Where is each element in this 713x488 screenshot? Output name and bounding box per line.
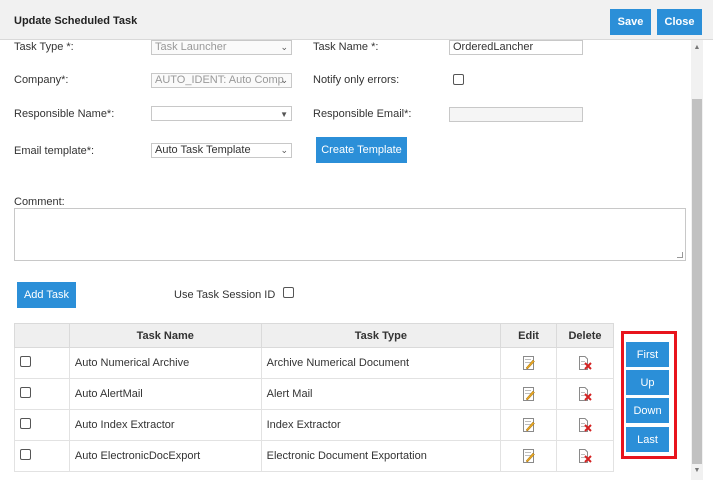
task-name-cell: Auto AlertMail [68, 378, 262, 410]
task-type-cell: Index Extractor [260, 409, 502, 441]
delete-cell [556, 347, 614, 379]
edit-document-icon[interactable] [522, 387, 535, 401]
delete-cell [556, 440, 614, 472]
responsible-name-select[interactable]: ▼ [151, 106, 292, 121]
company-select: AUTO_IDENT: Auto Comp ⌄ [151, 73, 292, 88]
responsible-name-label: Responsible Name*: [14, 108, 115, 120]
delete-document-icon[interactable] [578, 418, 592, 432]
dialog-title: Update Scheduled Task [14, 15, 138, 27]
edit-cell [500, 378, 558, 410]
scrollbar-thumb[interactable] [692, 99, 702, 464]
delete-document-icon[interactable] [578, 449, 592, 463]
row-select-checkbox[interactable] [20, 356, 32, 367]
email-template-select[interactable]: Auto Task Template ⌄ [151, 143, 292, 158]
task-name-column-header: Task Name [68, 323, 262, 348]
delete-document-icon[interactable] [578, 356, 592, 370]
move-down-button[interactable]: Down [626, 398, 669, 423]
session-id-label: Use Task Session ID [174, 289, 276, 301]
company-label: Company*: [14, 74, 69, 86]
table-header-row: Task Name Task Type Edit Delete [14, 323, 614, 348]
add-task-button[interactable]: Add Task [17, 282, 76, 308]
table-row[interactable]: Auto Index Extractor Index Extractor [14, 409, 614, 441]
row-select-cell [14, 378, 70, 410]
row-select-checkbox[interactable] [20, 387, 32, 398]
task-type-column-header: Task Type [260, 323, 502, 348]
task-type-select: Task Launcher ⌄ [151, 40, 292, 55]
task-name-cell: Auto Numerical Archive [68, 347, 262, 379]
table-row[interactable]: Auto ElectronicDocExport Electronic Docum… [14, 440, 614, 472]
comment-label: Comment: [14, 196, 65, 208]
save-button[interactable]: Save [610, 9, 651, 35]
email-template-label: Email template*: [14, 145, 95, 157]
dialog-header: Update Scheduled Task Save Close [0, 0, 713, 40]
select-column-header [14, 323, 70, 348]
delete-cell [556, 409, 614, 441]
task-type-cell: Alert Mail [260, 378, 502, 410]
delete-cell [556, 378, 614, 410]
task-name-input[interactable]: OrderedLancher [449, 40, 583, 55]
notify-errors-checkbox[interactable] [453, 74, 464, 85]
task-type-cell: Electronic Document Exportation [260, 440, 502, 472]
notify-errors-label: Notify only errors: [313, 74, 400, 86]
row-select-cell [14, 347, 70, 379]
task-table: Task Name Task Type Edit Delete Auto Num… [14, 323, 614, 472]
move-last-button[interactable]: Last [626, 427, 669, 452]
task-name-label: Task Name *: [313, 41, 379, 53]
edit-cell [500, 347, 558, 379]
row-select-cell [14, 409, 70, 441]
session-id-checkbox[interactable] [283, 287, 294, 298]
chevron-down-icon: ⌄ [280, 75, 288, 85]
scroll-down-arrow-icon[interactable]: ▼ [693, 466, 701, 476]
comment-textarea[interactable] [14, 208, 686, 261]
responsible-email-label: Responsible Email*: [313, 108, 412, 120]
scroll-up-arrow-icon[interactable]: ▲ [693, 43, 701, 53]
table-row[interactable]: Auto AlertMail Alert Mail [14, 378, 614, 410]
task-name-cell: Auto ElectronicDocExport [68, 440, 262, 472]
edit-document-icon[interactable] [522, 418, 535, 432]
edit-cell [500, 409, 558, 441]
chevron-down-icon: ⌄ [280, 42, 288, 52]
task-name-cell: Auto Index Extractor [68, 409, 262, 441]
edit-column-header: Edit [500, 323, 558, 348]
move-first-button[interactable]: First [626, 342, 669, 367]
delete-document-icon[interactable] [578, 387, 592, 401]
task-type-label: Task Type *: [14, 41, 74, 53]
triangle-down-icon: ▼ [280, 110, 288, 119]
move-up-button[interactable]: Up [626, 370, 669, 395]
row-select-checkbox[interactable] [20, 418, 32, 429]
resize-handle-icon[interactable] [677, 252, 683, 258]
edit-document-icon[interactable] [522, 449, 535, 463]
edit-cell [500, 440, 558, 472]
delete-column-header: Delete [556, 323, 614, 348]
chevron-down-icon: ⌄ [280, 145, 288, 155]
edit-document-icon[interactable] [522, 356, 535, 370]
responsible-email-input[interactable] [449, 107, 583, 122]
row-select-cell [14, 440, 70, 472]
close-button[interactable]: Close [657, 9, 702, 35]
table-row[interactable]: Auto Numerical Archive Archive Numerical … [14, 347, 614, 379]
row-select-checkbox[interactable] [20, 449, 32, 460]
create-template-button[interactable]: Create Template [316, 137, 407, 163]
task-type-cell: Archive Numerical Document [260, 347, 502, 379]
